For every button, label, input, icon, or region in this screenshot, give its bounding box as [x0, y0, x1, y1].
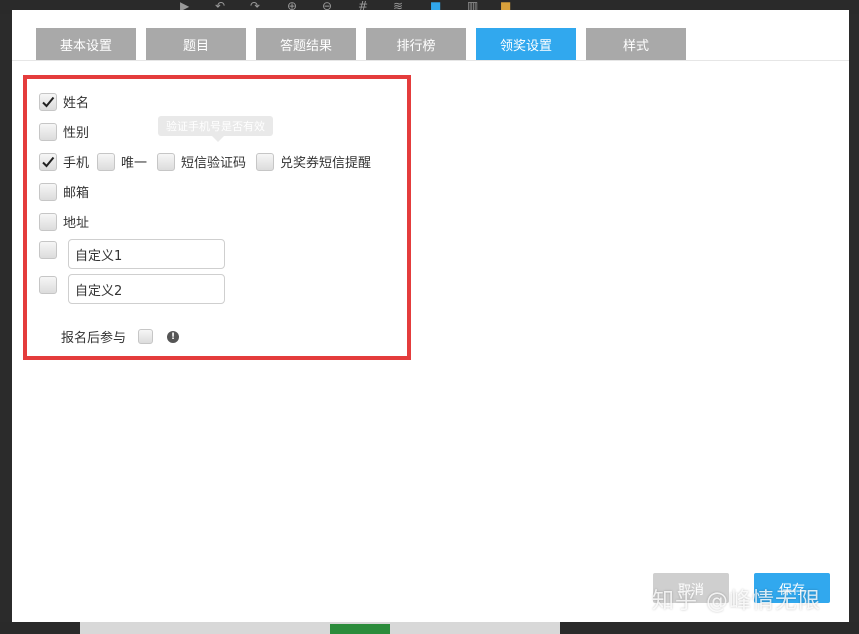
field-row-custom1 — [39, 239, 225, 269]
custom2-input[interactable] — [68, 274, 225, 304]
info-icon[interactable]: ! — [167, 330, 180, 343]
field-row-email: 邮箱 — [39, 182, 89, 201]
tab-divider — [12, 60, 849, 61]
tab-questions[interactable]: 题目 — [146, 28, 246, 60]
name-checkbox[interactable] — [39, 92, 57, 111]
custom1-checkbox[interactable] — [39, 241, 57, 259]
field-row-address: 地址 — [39, 212, 89, 231]
coupon-sms-reminder-checkbox[interactable] — [256, 152, 275, 171]
gender-checkbox[interactable] — [39, 122, 57, 141]
zhihu-watermark: 知乎 @峰情无限 — [652, 589, 821, 614]
phone-label: 手机 — [63, 156, 90, 171]
checkmark-icon — [42, 156, 55, 167]
sms-code-checkbox[interactable] — [157, 152, 176, 171]
field-row-gender: 性别 — [39, 122, 89, 141]
field-row-name: 姓名 — [39, 92, 89, 111]
custom2-checkbox[interactable] — [39, 276, 57, 294]
phone-validation-tooltip: 验证手机号是否有效 — [158, 116, 273, 142]
sms-code-label: 短信验证码 — [181, 156, 247, 171]
email-checkbox[interactable] — [39, 182, 57, 201]
tab-prize-settings[interactable]: 领奖设置 — [476, 28, 576, 60]
unique-checkbox[interactable] — [97, 152, 116, 171]
address-label: 地址 — [63, 216, 90, 231]
checkmark-icon — [42, 96, 55, 107]
field-row-custom2 — [39, 274, 225, 304]
email-label: 邮箱 — [63, 186, 90, 201]
custom1-input[interactable] — [68, 239, 225, 269]
signup-fields-panel: 姓名 性别 验证手机号是否有效 手机 唯一 短信验证码 兑奖券短信提醒 邮箱 地… — [23, 75, 411, 360]
tab-leaderboard[interactable]: 排行榜 — [366, 28, 466, 60]
canvas-preview-strip — [0, 622, 859, 634]
gender-label: 性别 — [63, 126, 90, 141]
tab-basic-settings[interactable]: 基本设置 — [36, 28, 136, 60]
address-checkbox[interactable] — [39, 212, 57, 231]
tab-style[interactable]: 样式 — [586, 28, 686, 60]
after-signup-row: 报名后参与 ! — [61, 327, 180, 346]
after-signup-checkbox[interactable] — [138, 329, 154, 344]
prize-settings-dialog: 基本设置 题目 答题结果 排行榜 领奖设置 样式 姓名 性别 验证手机号是否有效… — [12, 10, 849, 622]
field-row-phone: 手机 唯一 短信验证码 兑奖券短信提醒 — [39, 152, 371, 171]
after-signup-label: 报名后参与 — [61, 331, 127, 346]
unique-label: 唯一 — [121, 156, 148, 171]
name-label: 姓名 — [63, 96, 90, 111]
coupon-sms-reminder-label: 兑奖券短信提醒 — [280, 156, 372, 171]
phone-checkbox[interactable] — [39, 152, 57, 171]
tab-answer-results[interactable]: 答题结果 — [256, 28, 356, 60]
